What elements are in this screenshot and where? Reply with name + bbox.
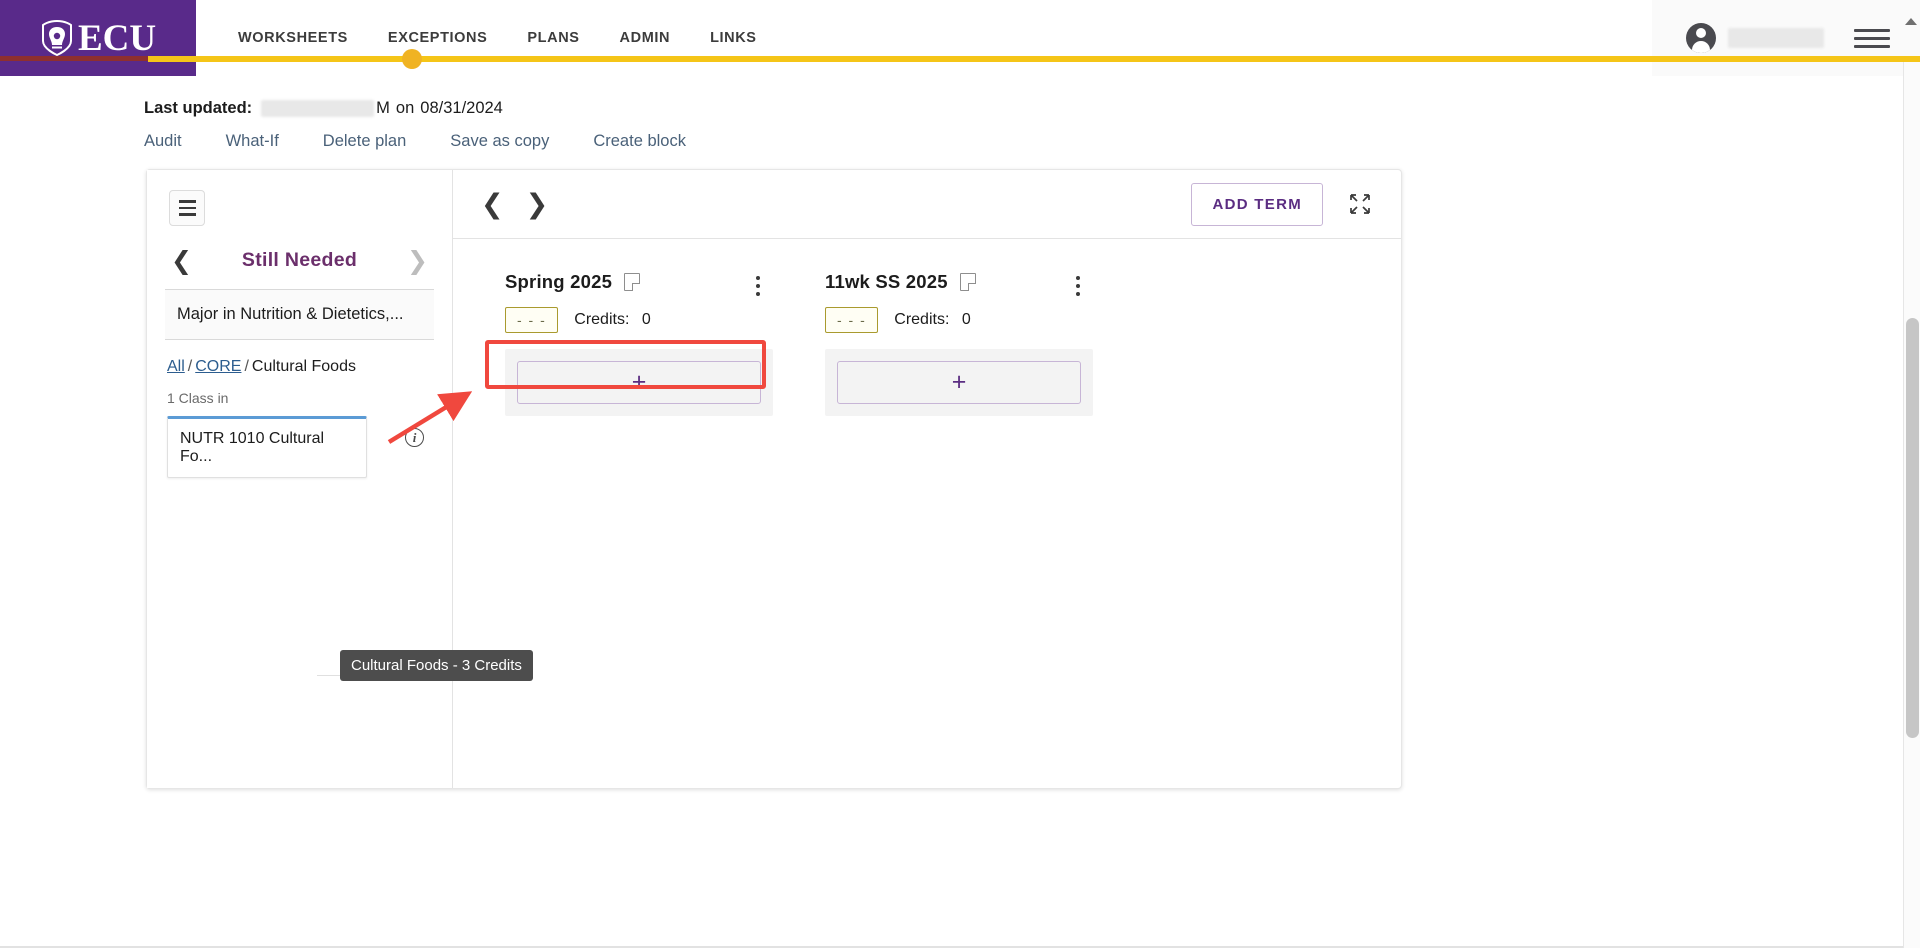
active-tab-indicator — [402, 49, 422, 69]
term-card-11wk-ss-2025: 11wk SS 2025 - - - Credits: 0 + — [801, 271, 1093, 416]
nav-item-plans[interactable]: PLANS — [507, 0, 599, 76]
ecu-logo[interactable]: ECU — [0, 0, 196, 76]
panel-title: Still Needed — [241, 249, 358, 271]
breadcrumb-separator-2: / — [244, 358, 249, 375]
save-as-copy-link[interactable]: Save as copy — [450, 132, 549, 151]
nav-item-exceptions[interactable]: EXCEPTIONS — [368, 0, 507, 76]
create-block-link[interactable]: Create block — [593, 132, 686, 151]
page-scrollbar[interactable] — [1903, 18, 1920, 948]
term-header: 11wk SS 2025 — [801, 271, 1093, 301]
hamburger-menu-icon[interactable] — [1854, 0, 1890, 76]
terms-list: Spring 2025 - - - Credits: 0 + 11wk SS 2… — [453, 239, 1401, 416]
note-icon[interactable] — [624, 273, 641, 291]
header-gold-bar — [148, 56, 1406, 62]
plan-actions: Audit What-If Delete plan Save as copy C… — [144, 132, 1404, 151]
add-course-button[interactable]: + — [837, 361, 1081, 404]
term-title: Spring 2025 — [505, 271, 613, 292]
more-vertical-icon[interactable] — [747, 271, 769, 301]
terms-panel: ❮ ❯ Add Term — [453, 170, 1401, 788]
note-icon[interactable] — [959, 273, 976, 291]
hamburger-menu-icon[interactable] — [169, 190, 205, 226]
term-title: 11wk SS 2025 — [825, 271, 948, 292]
term-credits: Credits: 0 — [894, 311, 970, 329]
class-list: NUTR 1010 Cultural Fo... i — [147, 406, 452, 478]
terms-pager: ❮ ❯ — [481, 191, 548, 218]
breadcrumb-item-core[interactable]: CORE — [195, 358, 241, 375]
user-name-redacted — [1728, 28, 1824, 48]
term-credits: Credits: 0 — [574, 311, 650, 329]
app-header: ECU WORKSHEETS EXCEPTIONS PLANS ADMIN LI… — [0, 0, 1920, 76]
term-status-badge: - - - — [825, 307, 879, 333]
terms-toolbar-actions: Add Term — [1191, 182, 1371, 226]
last-updated-row: Last updated: M on 08/31/2024 — [144, 96, 1404, 120]
breadcrumb: All / CORE / Cultural Foods — [147, 340, 452, 376]
still-needed-panel: ❮ Still Needed ❯ Major in Nutrition & Di… — [147, 170, 533, 788]
terms-next-icon[interactable]: ❯ — [526, 191, 549, 218]
scrollbar-thumb[interactable] — [1906, 318, 1919, 738]
class-tooltip: Cultural Foods - 3 Credits — [340, 650, 533, 681]
last-updated-time-suffix: M — [376, 98, 390, 117]
left-panel-toolbar — [147, 170, 452, 226]
terms-prev-icon[interactable]: ❮ — [481, 191, 504, 218]
nav-item-links[interactable]: LINKS — [690, 0, 777, 76]
nav-item-worksheets[interactable]: WORKSHEETS — [218, 0, 368, 76]
last-updated-user-redacted — [261, 99, 375, 117]
term-header: Spring 2025 — [481, 271, 773, 301]
still-needed-header: ❮ Still Needed ❯ — [147, 226, 452, 289]
term-summary: - - - Credits: 0 — [801, 301, 1093, 333]
plan-workspace: ❮ Still Needed ❯ Major in Nutrition & Di… — [146, 169, 1402, 789]
nav-item-admin[interactable]: ADMIN — [600, 0, 691, 76]
term-drop-area[interactable]: + — [505, 349, 773, 416]
breadcrumb-item-current: Cultural Foods — [251, 358, 356, 375]
last-updated-date: 08/31/2024 — [420, 98, 503, 117]
last-updated-label: Last updated: — [144, 98, 253, 117]
scroll-up-arrow-icon[interactable] — [1905, 18, 1917, 25]
chevron-left-icon[interactable]: ❮ — [171, 248, 192, 273]
term-summary: - - - Credits: 0 — [481, 301, 773, 333]
term-status-badge: - - - — [505, 307, 559, 333]
term-credits-value: 0 — [641, 311, 651, 328]
ecu-shield-icon — [40, 19, 74, 57]
term-credits-label: Credits: — [574, 311, 630, 328]
header-right-zone — [1652, 0, 1920, 76]
term-card-spring-2025: Spring 2025 - - - Credits: 0 + — [481, 271, 773, 416]
breadcrumb-item-all[interactable]: All — [167, 358, 185, 375]
user-account-button[interactable] — [1652, 0, 1854, 76]
terms-toolbar: ❮ ❯ Add Term — [453, 170, 1401, 239]
expand-fullscreen-icon[interactable] — [1349, 193, 1371, 215]
last-updated-on: on — [395, 98, 415, 117]
header-left-accent — [0, 56, 148, 61]
header-gold-bar-right — [1406, 56, 1920, 62]
breadcrumb-separator: / — [187, 358, 193, 375]
add-course-button[interactable]: + — [517, 361, 761, 404]
term-drop-area[interactable]: + — [825, 349, 1093, 416]
what-if-link[interactable]: What-If — [226, 132, 279, 151]
class-count-label: 1 Class in — [167, 390, 229, 406]
plan-meta: Last updated: M on 08/31/2024 Audit What… — [144, 96, 1404, 151]
delete-plan-link[interactable]: Delete plan — [323, 132, 406, 151]
requirement-selector[interactable]: Major in Nutrition & Dietetics,... — [165, 289, 434, 340]
ecu-logo-text: ECU — [77, 17, 157, 59]
info-circle-icon[interactable]: i — [405, 428, 424, 447]
add-term-button[interactable]: Add Term — [1191, 182, 1323, 226]
class-card-nutr-1010[interactable]: NUTR 1010 Cultural Fo... — [167, 416, 367, 478]
audit-link[interactable]: Audit — [144, 132, 182, 151]
chevron-right-icon[interactable]: ❯ — [407, 248, 428, 273]
user-avatar-icon — [1686, 23, 1716, 53]
more-vertical-icon[interactable] — [1067, 271, 1089, 301]
term-credits-label: Credits: — [894, 311, 950, 328]
term-credits-value: 0 — [961, 311, 971, 328]
